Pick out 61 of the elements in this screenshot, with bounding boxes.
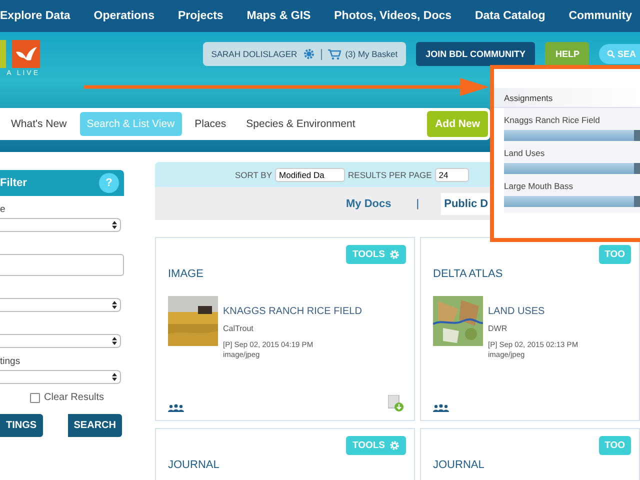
item-title[interactable]: KNAGGS RANCH RICE FIELD <box>223 306 362 317</box>
doc-tab[interactable]: Public D <box>441 192 492 214</box>
nav-link[interactable]: Explore Data <box>0 10 70 22</box>
select-field[interactable] <box>0 218 121 232</box>
filter-title: Filter <box>0 177 27 189</box>
nav-link[interactable]: Community <box>568 10 632 22</box>
per-page-select[interactable]: 24 <box>434 168 469 182</box>
category-title: JOURNAL <box>433 459 486 471</box>
filter-button[interactable]: TINGS <box>0 414 43 437</box>
gear-icon <box>389 249 400 260</box>
user-menu[interactable]: SARAH DOLISLAGER (3) My Basket <box>203 42 406 66</box>
logo-icon <box>0 40 40 68</box>
category-title: JOURNAL <box>168 459 220 471</box>
category-title: IMAGE <box>168 268 204 280</box>
checkbox-label[interactable]: Clear Results <box>44 392 104 403</box>
nav-tab[interactable]: Species & Environment <box>239 112 362 136</box>
group-icon[interactable] <box>168 404 184 412</box>
nav-tab[interactable]: Places <box>188 112 234 136</box>
updown-icon <box>112 373 117 381</box>
cart-icon <box>328 48 342 60</box>
select-field[interactable] <box>0 334 121 348</box>
category-title: DELTA ATLAS <box>433 268 504 280</box>
item-organization: DWR <box>488 324 508 333</box>
assignment-dropdown[interactable] <box>504 196 640 207</box>
nav-link[interactable]: Maps & GIS <box>246 10 311 22</box>
select-field[interactable] <box>0 298 121 312</box>
basket-link[interactable]: (3) My Basket <box>321 48 398 60</box>
input-field[interactable] <box>0 254 124 276</box>
updown-icon <box>112 337 117 345</box>
user-name[interactable]: SARAH DOLISLAGER <box>211 49 298 59</box>
separator: | <box>416 198 420 210</box>
assignment-dropdown[interactable] <box>504 163 640 174</box>
assignment-label: Large Mouth Bass <box>504 180 574 193</box>
doc-tab[interactable]: My Docs <box>343 192 394 214</box>
nav-link[interactable]: Operations <box>94 10 154 22</box>
nav-link[interactable]: Photos, Videos, Docs <box>334 10 452 22</box>
download-icon[interactable] <box>388 395 404 412</box>
gear-icon <box>389 440 400 451</box>
filter-button[interactable]: SEARCH <box>68 414 122 437</box>
assignment-label: Knaggs Ranch Rice Field <box>504 114 601 127</box>
gear-icon[interactable] <box>303 48 316 60</box>
per-page-label: RESULTS PER PAGE <box>348 170 432 180</box>
search-icon <box>607 50 616 58</box>
item-title[interactable]: LAND USES <box>488 306 578 317</box>
nav-link[interactable]: Projects <box>178 10 224 22</box>
assignment-dropdown[interactable] <box>504 130 640 141</box>
updown-icon <box>112 301 117 309</box>
group-icon[interactable] <box>433 404 449 412</box>
sort-label: SORT BY <box>235 170 272 180</box>
select-field[interactable] <box>0 370 121 384</box>
nav-link[interactable]: Data Catalog <box>474 10 546 22</box>
assignment-label: Land Uses <box>504 147 546 160</box>
field-label: tings <box>0 356 22 369</box>
field-label: e <box>0 204 6 217</box>
nav-tab[interactable]: What's New <box>4 112 74 136</box>
join-button[interactable]: JOIN BDL COMMUNITY <box>416 42 536 66</box>
assignments-title: Assignments <box>504 92 553 102</box>
checkbox[interactable] <box>30 392 40 402</box>
sort-select[interactable]: Modified Da <box>275 168 346 182</box>
item-organization: CalTrout <box>223 324 254 333</box>
updown-icon <box>112 221 117 229</box>
